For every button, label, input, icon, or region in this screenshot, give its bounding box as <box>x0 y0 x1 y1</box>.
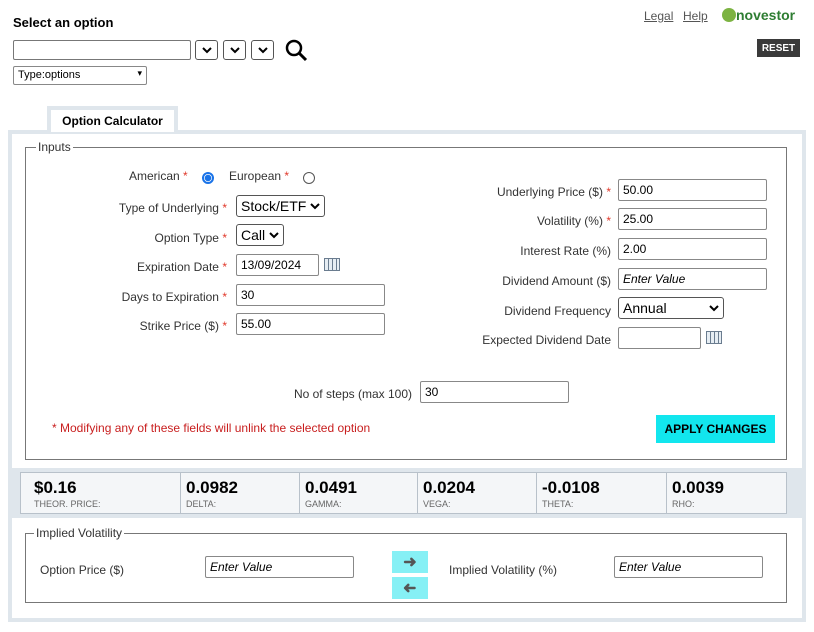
strike-price-input[interactable]: 55.00 <box>236 313 385 335</box>
strike-price-label: Strike Price ($) * <box>139 319 227 333</box>
implied-volatility-label: Implied Volatility (%) <box>449 563 558 577</box>
symbol-search-input[interactable] <box>13 40 191 60</box>
volatility-input[interactable]: 25.00 <box>618 208 767 230</box>
implied-volatility-input[interactable]: Enter Value <box>614 556 763 578</box>
option-type-select[interactable]: Call <box>236 224 284 246</box>
chevron-down-icon: ▾ <box>137 68 142 78</box>
dividend-amount-input[interactable]: Enter Value <box>618 268 767 290</box>
logo-mark-icon <box>722 8 736 22</box>
expected-dividend-date-label: Expected Dividend Date <box>482 333 611 347</box>
apply-changes-button[interactable]: APPLY CHANGES <box>656 415 775 443</box>
days-to-expiration-label: Days to Expiration * <box>121 290 227 304</box>
underlying-type-value: Stock/ETF <box>241 198 307 214</box>
days-to-expiration-input[interactable]: 30 <box>236 284 385 306</box>
reset-button[interactable]: RESET <box>757 39 800 57</box>
unlink-warning: * Modifying any of these fields will unl… <box>52 421 371 435</box>
expiration-date-label: Expiration Date * <box>136 260 227 274</box>
results-bar: $0.16 THEOR. PRICE: 0.0982 DELTA: 0.0491 GA… <box>20 472 787 514</box>
chevron-down-icon <box>310 202 320 209</box>
american-radio[interactable] <box>202 172 214 184</box>
expected-dividend-date-input[interactable] <box>618 327 701 349</box>
result-theoretical-price: $0.16 THEOR. PRICE: <box>21 473 181 513</box>
option-select-3[interactable] <box>251 40 274 60</box>
implied-volatility-legend: Implied Volatility <box>34 526 125 540</box>
logo: novestor <box>722 7 795 23</box>
option-type-label: Option Type * <box>154 231 227 245</box>
compute-price-button[interactable]: ➜ <box>392 577 428 599</box>
underlying-type-select[interactable]: Stock/ETF <box>236 195 325 217</box>
result-vega: 0.0204 VEGA: <box>418 473 537 513</box>
dividend-frequency-value: Annual <box>623 300 667 316</box>
expiration-date-input[interactable]: 13/09/2024 <box>236 254 319 276</box>
calendar-icon[interactable] <box>324 258 340 271</box>
chevron-down-icon <box>201 46 212 53</box>
calendar-icon[interactable] <box>706 331 722 344</box>
page-title: Select an option <box>13 15 114 30</box>
underlying-price-input[interactable]: 50.00 <box>618 179 767 201</box>
option-price-label: Option Price ($) <box>40 563 125 577</box>
arrow-right-icon: ➜ <box>403 554 417 571</box>
steps-label: No of steps (max 100) <box>293 387 412 401</box>
option-select-1[interactable] <box>195 40 218 60</box>
arrow-left-icon: ➜ <box>403 580 417 597</box>
steps-input[interactable]: 30 <box>420 381 569 403</box>
search-icon[interactable] <box>285 39 309 63</box>
result-rho: 0.0039 RHO: <box>672 478 724 509</box>
option-type-value: Call <box>241 227 266 243</box>
volatility-label: Volatility (%) * <box>536 214 611 228</box>
chevron-down-icon <box>229 46 240 53</box>
inputs-legend: Inputs <box>36 140 73 154</box>
chevron-down-icon <box>257 46 268 53</box>
type-select[interactable]: Type:options ▾ <box>13 66 147 85</box>
american-label: American * <box>129 169 188 183</box>
chevron-down-icon <box>269 231 279 238</box>
underlying-price-label: Underlying Price ($) * <box>496 185 611 199</box>
help-link[interactable]: Help <box>683 9 708 23</box>
option-price-input[interactable]: Enter Value <box>205 556 354 578</box>
result-delta: 0.0982 DELTA: <box>181 473 300 513</box>
logo-text: novestor <box>736 7 796 23</box>
chevron-down-icon <box>709 304 719 311</box>
legal-link[interactable]: Legal <box>644 9 673 23</box>
type-select-value: Type:options <box>18 69 81 81</box>
dividend-amount-label: Dividend Amount ($) <box>502 274 611 288</box>
compute-volatility-button[interactable]: ➜ <box>392 551 428 573</box>
interest-rate-label: Interest Rate (%) <box>520 244 611 258</box>
european-radio[interactable] <box>303 172 315 184</box>
option-select-2[interactable] <box>223 40 246 60</box>
dividend-frequency-label: Dividend Frequency <box>504 304 611 318</box>
european-label: European * <box>229 169 290 183</box>
underlying-type-label: Type of Underlying * <box>118 201 227 215</box>
interest-rate-input[interactable]: 2.00 <box>618 238 767 260</box>
result-gamma: 0.0491 GAMMA: <box>300 473 418 513</box>
tab-option-calculator[interactable]: Option Calculator <box>47 106 178 132</box>
dividend-frequency-select[interactable]: Annual <box>618 297 724 319</box>
result-theta: -0.0108 THETA: <box>537 473 667 513</box>
